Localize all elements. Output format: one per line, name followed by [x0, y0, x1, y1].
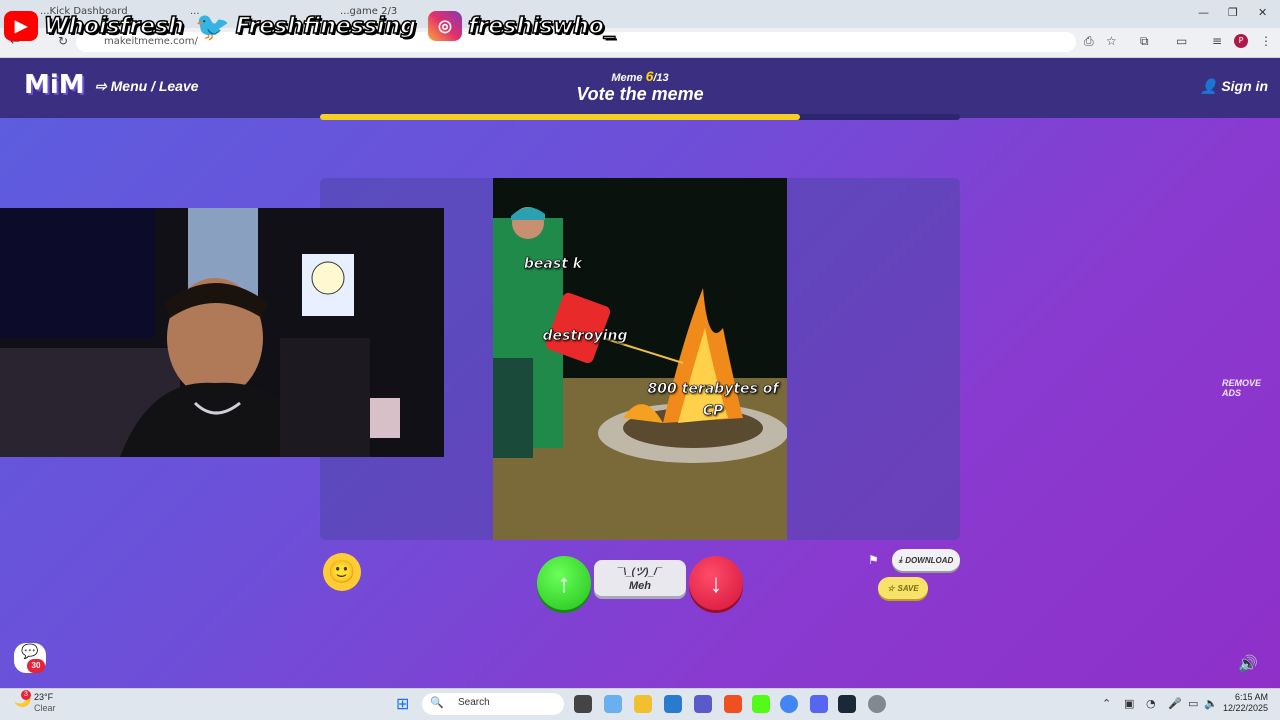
weather-widget[interactable]: 🌙 3 23°F Clear	[14, 690, 56, 714]
clock-date: 12/22/2025	[1222, 703, 1268, 713]
arrow-down-icon: ↓	[709, 567, 723, 598]
meh-label: Meh	[629, 580, 651, 592]
shrug-face: ¯\_(ツ)_/¯	[617, 567, 663, 578]
maximize-button[interactable]: ❐	[1228, 6, 1238, 19]
twitter-handle: Freshfinessing	[235, 13, 417, 40]
meh-button[interactable]: ¯\_(ツ)_/¯ Meh	[594, 560, 686, 596]
search-placeholder: Search	[458, 697, 490, 708]
sign-in-label: Sign in	[1221, 78, 1268, 94]
settings-gear-icon[interactable]	[868, 695, 886, 713]
save-label: SAVE	[897, 583, 919, 593]
cast-icon[interactable]: ▭	[1176, 34, 1187, 48]
brave-icon[interactable]	[724, 695, 742, 713]
upvote-button[interactable]: ↑	[537, 556, 591, 610]
menu-leave-button[interactable]: ⇨ Menu / Leave	[95, 78, 199, 95]
taskbar-clock[interactable]: 6:15 AM 12/22/2025	[1216, 692, 1268, 714]
download-label: DOWNLOAD	[905, 555, 954, 565]
meme-total: /13	[653, 72, 669, 84]
page-title: Vote the meme	[576, 84, 704, 104]
weather-desc: Clear	[34, 703, 56, 713]
reaction-emoji-button[interactable]: 🙂	[323, 553, 361, 591]
twitter-icon: 🐦	[195, 10, 231, 42]
media-icon[interactable]: ≡	[1212, 34, 1222, 48]
taskbar-search[interactable]: 🔍 Search	[422, 693, 564, 715]
bookmark-star-icon[interactable]: ☆	[1106, 34, 1117, 48]
tray-overflow-icon[interactable]: ⌃	[1102, 697, 1111, 710]
more-menu-icon[interactable]: ⋮	[1260, 34, 1272, 48]
copilot-icon[interactable]	[604, 695, 622, 713]
discord-icon[interactable]	[810, 695, 828, 713]
social-overlay: ▶ Whoisfresh 🐦 Freshfinessing ◎ freshisw…	[4, 6, 621, 46]
meme-prefix: Meme	[611, 72, 643, 84]
weather-badge: 3	[21, 690, 31, 700]
caption-top: beast k	[523, 256, 583, 273]
profile-avatar[interactable]: P	[1234, 34, 1248, 48]
tray-app-icon[interactable]: ▣	[1124, 697, 1134, 710]
star-icon: ☆	[887, 583, 895, 593]
download-button[interactable]: ⤓ DOWNLOAD	[892, 549, 960, 571]
windows-start-icon[interactable]: ⊞	[396, 694, 409, 713]
save-button[interactable]: ☆ SAVE	[878, 577, 928, 599]
caption-middle: destroying	[542, 328, 628, 345]
smiling-face-icon: 🙂	[328, 559, 356, 584]
extensions-icon[interactable]: ⧉	[1140, 34, 1149, 49]
remove-ads-link[interactable]: REMOVE ADS	[1222, 378, 1280, 398]
meme-counter: Meme 6/13	[560, 68, 720, 84]
webcam-scene	[0, 208, 444, 457]
mim-logo[interactable]: MiM	[24, 70, 85, 100]
download-icon: ⤓	[898, 555, 903, 564]
minimize-button[interactable]: —	[1198, 6, 1209, 19]
round-progress-fill	[320, 114, 800, 120]
youtube-icon: ▶	[4, 11, 38, 41]
downvote-button[interactable]: ↓	[689, 556, 743, 610]
sign-in-button[interactable]: 👤 Sign in	[1200, 78, 1268, 95]
report-flag-icon[interactable]: ⚑	[868, 553, 879, 567]
user-icon: 👤	[1200, 78, 1222, 94]
arrow-up-icon: ↑	[557, 567, 571, 598]
chrome-icon[interactable]	[780, 695, 798, 713]
webcam-feed	[0, 208, 444, 457]
steam-icon[interactable]	[838, 695, 856, 713]
leave-icon: ⇨	[95, 78, 111, 94]
file-explorer-icon[interactable]	[634, 695, 652, 713]
volume-icon[interactable]: 🔊	[1238, 654, 1258, 674]
chat-icon: 💬	[21, 643, 39, 659]
meme-photo	[493, 178, 787, 540]
network-icon[interactable]: ◔	[1146, 697, 1156, 710]
search-icon: 🔍	[430, 697, 444, 709]
menu-leave-label: Menu / Leave	[110, 78, 199, 94]
microphone-icon[interactable]: 🎤	[1168, 697, 1182, 710]
close-button[interactable]: ✕	[1258, 6, 1267, 19]
display-icon[interactable]: ▭	[1188, 697, 1198, 710]
instagram-icon: ◎	[427, 11, 462, 41]
caption-bottom: 800 terabytes of CP	[647, 381, 779, 420]
install-icon[interactable]: ⎙	[1084, 34, 1094, 49]
teams-icon[interactable]	[694, 695, 712, 713]
instagram-handle: freshiswho_	[467, 13, 615, 40]
meme-image: beast k destroying 800 terabytes of CP	[493, 178, 787, 540]
kick-icon[interactable]	[752, 695, 770, 713]
task-view-icon[interactable]	[574, 695, 592, 713]
clock-time: 6:15 AM	[1234, 692, 1268, 702]
youtube-handle: Whoisfresh	[43, 13, 184, 40]
weather-temp: 23°F	[34, 692, 54, 702]
store-icon[interactable]	[664, 695, 682, 713]
chat-count-badge: 30	[27, 659, 45, 673]
round-progress-bar	[320, 114, 960, 120]
